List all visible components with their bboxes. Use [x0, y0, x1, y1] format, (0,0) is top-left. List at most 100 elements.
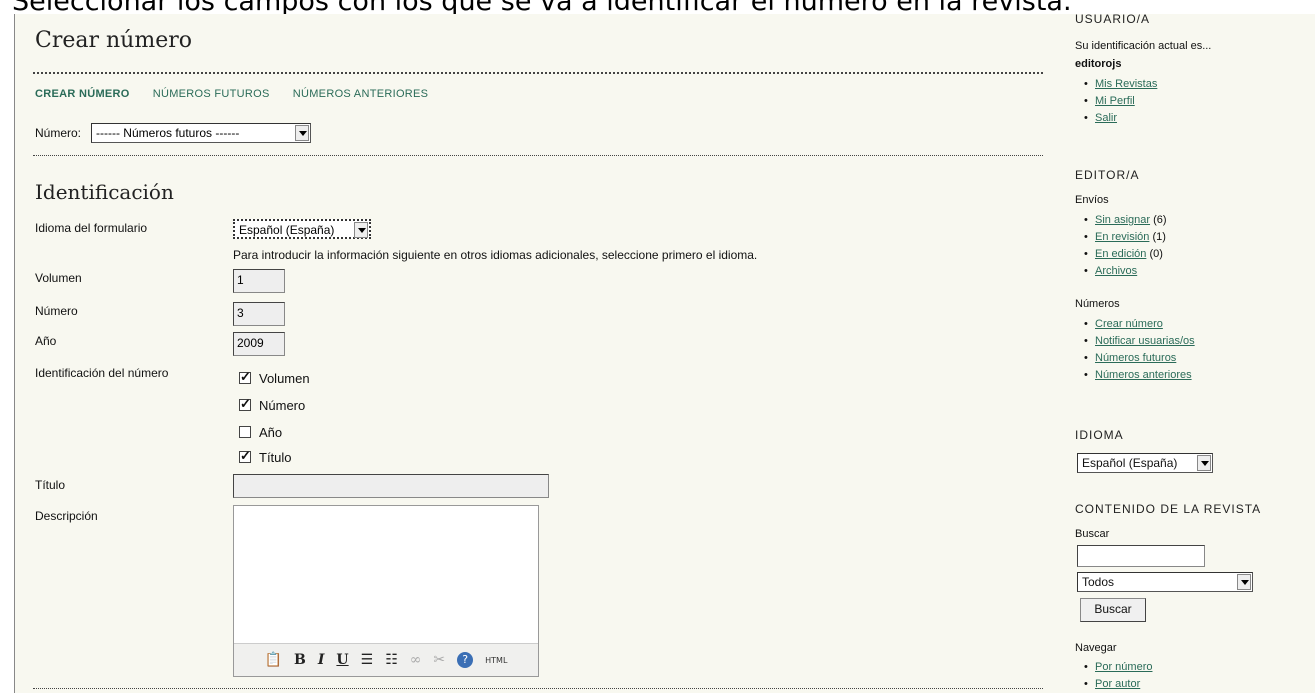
create-issue-link[interactable]: Crear número [1095, 318, 1163, 330]
list-item: Mis Revistas [1075, 76, 1157, 93]
future-issues-link[interactable]: Números futuros [1095, 352, 1176, 364]
search-scope-select[interactable]: Todos [1077, 572, 1253, 592]
checkbox-checked-icon [239, 396, 251, 412]
list-item: En edición (0) [1075, 246, 1167, 263]
list-item: Crear número [1075, 316, 1195, 333]
chevron-down-icon [1197, 455, 1211, 471]
identification-volume-checkbox[interactable]: Volumen [239, 369, 310, 386]
language-select-value: Español (España) [1082, 456, 1178, 470]
search-scope-value: Todos [1082, 575, 1115, 589]
submissions-label: Envíos [1075, 194, 1109, 206]
language-select[interactable]: Español (España) [1077, 453, 1213, 473]
number-input[interactable]: 3 [233, 302, 285, 326]
checkbox-label: Número [259, 398, 306, 413]
search-button[interactable]: Buscar [1080, 598, 1146, 622]
user-links: Mis Revistas Mi Perfil Salir [1075, 76, 1157, 127]
underline-icon[interactable]: U [336, 652, 348, 668]
title-label: Título [35, 478, 66, 492]
issue-select[interactable]: ------ Números futuros ------ [91, 123, 311, 143]
user-heading: USUARIO/A [1075, 12, 1151, 26]
my-journals-link[interactable]: Mis Revistas [1095, 78, 1157, 90]
form-language-select[interactable]: Español (España) [233, 219, 371, 239]
checkbox-unchecked-icon [239, 426, 251, 438]
browse-by-issue-link[interactable]: Por número [1095, 661, 1152, 673]
journal-content-heading: CONTENIDO DE LA REVISTA [1075, 502, 1262, 516]
identification-number-checkbox[interactable]: Número [239, 396, 306, 413]
user-login-text: Su identificación actual es... [1075, 40, 1212, 52]
submissions-list: Sin asignar (6) En revisión (1) En edici… [1075, 212, 1167, 280]
browse-by-author-link[interactable]: Por autor [1095, 678, 1140, 690]
list-item: Salir [1075, 110, 1157, 127]
link-icon[interactable]: ∞ [410, 652, 422, 668]
username: editorojs [1075, 58, 1122, 70]
checkbox-label: Año [259, 425, 283, 440]
section-title: Identificación [35, 180, 174, 204]
issue-tabs: CREAR NÚMERO NÚMEROS FUTUROS NÚMEROS ANT… [35, 88, 448, 100]
search-label: Buscar [1075, 528, 1110, 540]
chevron-down-icon [1237, 574, 1251, 590]
back-issues-link[interactable]: Números anteriores [1095, 369, 1192, 381]
checkbox-checked-icon [239, 369, 251, 385]
list-item: Números futuros [1075, 350, 1195, 367]
bottom-divider [33, 688, 1043, 689]
page-title: Crear número [35, 28, 192, 53]
help-icon[interactable]: ? [457, 652, 474, 668]
chevron-down-icon [354, 222, 368, 238]
bullet-list-icon[interactable]: ☰ [361, 652, 374, 668]
tab-future-issues[interactable]: NÚMEROS FUTUROS [153, 88, 270, 100]
form-language-hint: Para introducir la información siguiente… [233, 248, 758, 262]
my-profile-link[interactable]: Mi Perfil [1095, 95, 1135, 107]
issues-label: Números [1075, 298, 1120, 310]
numbered-list-icon[interactable]: ☷ [385, 652, 398, 668]
unassigned-count: (6) [1153, 214, 1167, 226]
editor-toolbar: 📋 B I U ☰ ☷ ∞ ✂ ? HTML [234, 643, 538, 676]
tab-create-issue[interactable]: CREAR NÚMERO [35, 88, 130, 100]
list-item: Notificar usuarias/os [1075, 333, 1195, 350]
title-divider [33, 72, 1043, 74]
search-input[interactable] [1077, 545, 1205, 567]
issue-select-value: ------ Números futuros ------ [96, 126, 240, 140]
list-item: En revisión (1) [1075, 229, 1167, 246]
identification-year-checkbox[interactable]: Año [239, 425, 282, 440]
in-review-count: (1) [1152, 231, 1166, 243]
editor-heading: EDITOR/A [1075, 168, 1140, 182]
checkbox-checked-icon [239, 448, 251, 464]
list-item: Por autor [1075, 676, 1152, 693]
html-icon[interactable]: HTML [485, 656, 507, 665]
archives-link[interactable]: Archivos [1095, 265, 1137, 277]
browse-label: Navegar [1075, 642, 1117, 654]
italic-icon[interactable]: I [318, 652, 325, 668]
unassigned-link[interactable]: Sin asignar [1095, 214, 1150, 226]
form-language-value: Español (España) [239, 223, 335, 237]
issue-select-label: Número: [35, 126, 82, 140]
paste-word-icon[interactable]: 📋 [265, 652, 282, 668]
list-item: Números anteriores [1075, 367, 1195, 384]
browse-list: Por número Por autor [1075, 659, 1152, 693]
description-editor[interactable]: 📋 B I U ☰ ☷ ∞ ✂ ? HTML [233, 505, 539, 677]
in-review-link[interactable]: En revisión [1095, 231, 1149, 243]
identification-label: Identificación del número [35, 366, 169, 380]
identification-title-checkbox[interactable]: Título [239, 448, 292, 465]
section-divider [33, 155, 1043, 156]
year-label: Año [35, 334, 57, 348]
language-heading: IDIOMA [1075, 428, 1124, 442]
unlink-icon[interactable]: ✂ [433, 652, 445, 668]
volume-input[interactable]: 1 [233, 269, 285, 293]
app-frame: Crear número CREAR NÚMERO NÚMEROS FUTURO… [14, 12, 1315, 693]
description-label: Descripción [35, 509, 98, 523]
title-input[interactable] [233, 474, 549, 498]
volume-label: Volumen [35, 271, 82, 285]
checkbox-label: Volumen [259, 371, 310, 386]
list-item: Archivos [1075, 263, 1167, 280]
year-input[interactable]: 2009 [233, 332, 285, 356]
number-label: Número [35, 304, 78, 318]
list-item: Sin asignar (6) [1075, 212, 1167, 229]
chevron-down-icon [295, 125, 309, 141]
logout-link[interactable]: Salir [1095, 112, 1117, 124]
notify-users-link[interactable]: Notificar usuarias/os [1095, 335, 1195, 347]
list-item: Por número [1075, 659, 1152, 676]
bold-icon[interactable]: B [294, 652, 306, 668]
checkbox-label: Título [259, 450, 292, 465]
tab-back-issues[interactable]: NÚMEROS ANTERIORES [293, 88, 429, 100]
in-editing-link[interactable]: En edición [1095, 248, 1146, 260]
